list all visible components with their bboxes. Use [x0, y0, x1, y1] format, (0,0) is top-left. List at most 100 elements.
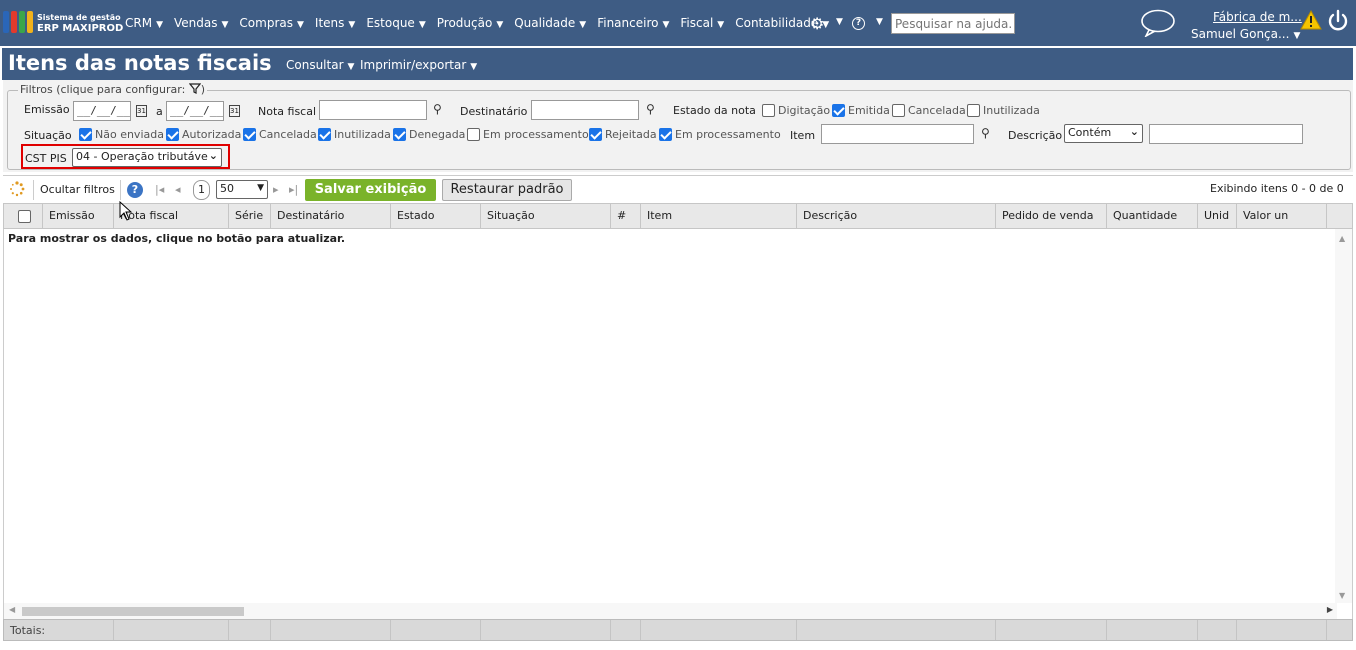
chevron-down-icon: ▼: [257, 183, 264, 193]
column-quantidade[interactable]: Quantidade: [1107, 204, 1198, 228]
column-unid[interactable]: Unid: [1198, 204, 1237, 228]
estado-emitida-label: Emitida: [848, 104, 890, 117]
page-title-bar: Itens das notas fiscais Consultar ▼ Impri…: [2, 48, 1353, 80]
help-icon[interactable]: ?: [127, 182, 143, 198]
grid-toolbar: Ocultar filtros ? |◂ ◂ 1 50 ▼ ▸ ▸| Salvar…: [3, 175, 1353, 203]
menu-estoque[interactable]: Estoque ▼: [366, 16, 425, 30]
menu-itens[interactable]: Itens ▼: [315, 16, 355, 30]
page-number-input[interactable]: 1: [193, 180, 210, 200]
power-logout-icon[interactable]: [1327, 9, 1349, 33]
next-page-icon[interactable]: ▸: [273, 183, 279, 196]
settings-dropdown-icon[interactable]: ▼: [836, 17, 843, 27]
situacao-rejeitada-checkbox[interactable]: [589, 128, 602, 141]
situacao-inutilizada-checkbox[interactable]: [318, 128, 331, 141]
situacao-autorizada-checkbox[interactable]: [166, 128, 179, 141]
column-situacao[interactable]: Situação: [481, 204, 611, 228]
situacao-label-6: Rejeitada: [605, 128, 657, 141]
scroll-up-icon[interactable]: ▲: [1339, 234, 1345, 243]
main-menu: CRM ▼ Vendas ▼ Compras ▼ Itens ▼ Estoque ▼ Pr…: [125, 16, 840, 30]
column-valor-un[interactable]: Valor un: [1237, 204, 1327, 228]
calendar-icon[interactable]: 31: [136, 105, 147, 117]
filters-legend[interactable]: Filtros (clique para configurar: ): [18, 83, 208, 96]
logo-line2: ERP MAXIPROD: [37, 23, 124, 34]
situacao-denegada-checkbox[interactable]: [393, 128, 406, 141]
cst-pis-highlight: [21, 144, 230, 169]
situacao-label: Situação: [24, 129, 72, 142]
descricao-input[interactable]: [1149, 124, 1303, 144]
menu-vendas[interactable]: Vendas ▼: [174, 16, 228, 30]
search-icon[interactable]: ⚲: [981, 126, 990, 140]
menu-producao[interactable]: Produção ▼: [437, 16, 503, 30]
estado-cancelada-checkbox[interactable]: [892, 104, 905, 117]
emissao-to-input[interactable]: __/__/__: [166, 101, 224, 121]
page-size-select[interactable]: 50 ▼: [216, 180, 268, 199]
estado-cancelada-label: Cancelada: [908, 104, 966, 117]
mouse-cursor-icon: [119, 201, 133, 221]
help-dropdown-icon[interactable]: ▼: [876, 17, 883, 27]
prev-page-icon[interactable]: ◂: [175, 183, 181, 196]
date-range-separator: a: [156, 105, 163, 118]
situacao-nao-enviada-checkbox[interactable]: [79, 128, 92, 141]
situacao-em-processamento-2-checkbox[interactable]: [659, 128, 672, 141]
app-logo[interactable]: Sistema de gestão ERP MAXIPROD: [3, 11, 123, 35]
situacao-cancelada-checkbox[interactable]: [243, 128, 256, 141]
nota-fiscal-input[interactable]: [319, 100, 427, 120]
scroll-down-icon[interactable]: ▼: [1339, 591, 1345, 600]
search-icon[interactable]: ⚲: [433, 102, 442, 116]
column-emissao[interactable]: Emissão: [43, 204, 114, 228]
logo-mark-icon: [3, 11, 33, 35]
last-page-icon[interactable]: ▸|: [289, 183, 298, 196]
menu-qualidade[interactable]: Qualidade ▼: [514, 16, 586, 30]
emissao-from-input[interactable]: __/__/__: [73, 101, 131, 121]
horizontal-scroll-thumb[interactable]: [22, 607, 244, 616]
hide-filters-button[interactable]: Ocultar filtros: [40, 183, 115, 196]
search-icon[interactable]: ⚲: [646, 102, 655, 116]
column-number[interactable]: #: [611, 204, 641, 228]
item-input[interactable]: [821, 124, 974, 144]
estado-emitida-checkbox[interactable]: [832, 104, 845, 117]
situacao-label-0: Não enviada: [95, 128, 164, 141]
warning-icon[interactable]: [1300, 10, 1322, 30]
column-item[interactable]: Item: [641, 204, 797, 228]
menu-fiscal[interactable]: Fiscal ▼: [680, 16, 724, 30]
column-serie[interactable]: Série: [229, 204, 271, 228]
descricao-mode-select[interactable]: Contém ⌄: [1064, 124, 1143, 143]
menu-crm[interactable]: CRM ▼: [125, 16, 163, 30]
save-view-button[interactable]: Salvar exibição: [305, 179, 436, 201]
refresh-icon[interactable]: [9, 181, 25, 197]
item-label: Item: [790, 129, 816, 142]
consultar-menu[interactable]: Consultar ▼: [286, 58, 354, 72]
column-estado[interactable]: Estado: [391, 204, 481, 228]
restore-default-button[interactable]: Restaurar padrão: [442, 179, 572, 201]
destinatario-input[interactable]: [531, 100, 639, 120]
imprimir-exportar-menu[interactable]: Imprimir/exportar ▼: [360, 58, 477, 72]
scroll-right-icon[interactable]: ▶: [1327, 605, 1333, 614]
settings-gear-icon[interactable]: ⚙: [810, 14, 824, 33]
calendar-icon[interactable]: 31: [229, 105, 240, 117]
column-pedido-venda[interactable]: Pedido de venda: [996, 204, 1107, 228]
select-all-checkbox[interactable]: [18, 210, 31, 223]
column-descricao[interactable]: Descrição: [797, 204, 996, 228]
filter-funnel-icon[interactable]: [188, 83, 202, 94]
estado-inutilizada-checkbox[interactable]: [967, 104, 980, 117]
situacao-label-5: Em processamento: [483, 128, 589, 141]
first-page-icon[interactable]: |◂: [155, 183, 164, 196]
vertical-scrollbar[interactable]: ▲ ▼: [1335, 229, 1352, 603]
situacao-em-processamento-checkbox[interactable]: [467, 128, 480, 141]
help-search-input[interactable]: [891, 13, 1015, 34]
help-icon[interactable]: ?: [852, 17, 865, 30]
showing-items-status: Exibindo itens 0 - 0 de 0: [1210, 182, 1344, 195]
column-destinatario[interactable]: Destinatário: [271, 204, 391, 228]
company-name-link[interactable]: Fábrica de m...: [1213, 10, 1302, 24]
menu-financeiro[interactable]: Financeiro ▼: [597, 16, 669, 30]
estado-digitacao-checkbox[interactable]: [762, 104, 775, 117]
logo-line1: Sistema de gestão: [37, 13, 121, 22]
emissao-label: Emissão: [24, 103, 70, 116]
scroll-left-icon[interactable]: ◀: [9, 605, 15, 614]
nota-fiscal-label: Nota fiscal: [258, 105, 317, 118]
chat-bubble-icon[interactable]: [1140, 9, 1176, 37]
user-menu[interactable]: Samuel Gonça... ▼: [1191, 27, 1300, 41]
horizontal-scrollbar[interactable]: ◀ ▶: [4, 603, 1337, 619]
menu-compras[interactable]: Compras ▼: [239, 16, 304, 30]
empty-grid-message: Para mostrar os dados, clique no botão p…: [8, 232, 346, 245]
